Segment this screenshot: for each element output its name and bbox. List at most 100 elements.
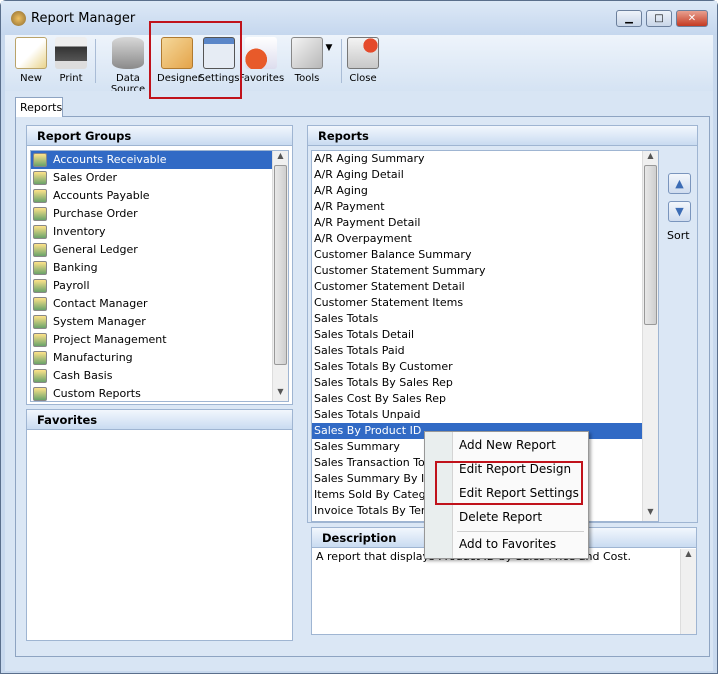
scroll-up-icon[interactable]: ▲ — [643, 151, 658, 165]
report-manager-window: Report Manager ▁ □ ✕ New Print Data Sour… — [0, 0, 718, 674]
scroll-thumb[interactable] — [274, 165, 287, 365]
favorites-panel: Favorites — [26, 409, 293, 641]
title-bar: Report Manager ▁ □ ✕ — [1, 1, 717, 35]
group-icon — [33, 297, 47, 311]
report-group-item[interactable]: Payroll — [31, 277, 288, 295]
reports-header: Reports — [308, 126, 697, 146]
menu-delete-report[interactable]: Delete Report — [459, 510, 542, 524]
group-label: System Manager — [53, 315, 146, 328]
report-groups-list: Accounts Receivable Sales Order Accounts P… — [30, 150, 289, 402]
group-icon — [33, 315, 47, 329]
toolbar: New Print Data Source Designer Settings … — [5, 35, 713, 95]
group-icon — [33, 351, 47, 365]
report-item[interactable]: Sales Totals Paid — [312, 343, 658, 359]
tools-dropdown-icon[interactable]: ▼ — [323, 43, 335, 53]
group-icon — [33, 333, 47, 347]
scroll-down-icon[interactable]: ▼ — [273, 387, 288, 401]
group-label: Accounts Payable — [53, 189, 150, 202]
report-item[interactable]: Customer Balance Summary — [312, 247, 658, 263]
report-group-item[interactable]: Sales Order — [31, 169, 288, 187]
reports-scrollbar[interactable]: ▲ ▼ — [642, 151, 658, 521]
group-icon — [33, 261, 47, 275]
report-item[interactable]: Sales Totals By Sales Rep — [312, 375, 658, 391]
group-icon — [33, 225, 47, 239]
group-icon — [33, 153, 47, 167]
report-item[interactable]: A/R Overpayment — [312, 231, 658, 247]
group-label: Inventory — [53, 225, 106, 238]
group-label: General Ledger — [53, 243, 138, 256]
report-item[interactable]: Sales Totals — [312, 311, 658, 327]
report-item[interactable]: Sales Totals Unpaid — [312, 407, 658, 423]
report-group-item[interactable]: Purchase Order — [31, 205, 288, 223]
report-group-item[interactable]: Banking — [31, 259, 288, 277]
scroll-up-icon[interactable]: ▲ — [681, 549, 696, 563]
close-window-button[interactable]: ✕ — [676, 10, 708, 27]
group-icon — [33, 279, 47, 293]
scroll-down-icon[interactable]: ▼ — [643, 507, 658, 521]
menu-add-new-report[interactable]: Add New Report — [459, 438, 556, 452]
group-icon — [33, 171, 47, 185]
report-group-item[interactable]: Accounts Payable — [31, 187, 288, 205]
report-item[interactable]: Customer Statement Summary — [312, 263, 658, 279]
tab-reports[interactable]: Reports — [15, 97, 63, 117]
group-icon — [33, 243, 47, 257]
close-report-icon — [347, 37, 379, 69]
report-item[interactable]: A/R Aging — [312, 183, 658, 199]
favorites-header: Favorites — [27, 410, 292, 430]
report-group-item[interactable]: General Ledger — [31, 241, 288, 259]
sort-up-button[interactable]: ▲ — [668, 173, 691, 194]
tools-icon — [291, 37, 323, 69]
new-button[interactable]: New — [11, 35, 51, 91]
group-icon — [33, 189, 47, 203]
report-item[interactable]: A/R Payment Detail — [312, 215, 658, 231]
report-item[interactable]: A/R Aging Detail — [312, 167, 658, 183]
scroll-thumb[interactable] — [644, 165, 657, 325]
report-groups-panel: Report Groups Accounts Receivable Sales O… — [26, 125, 293, 405]
favorites-button[interactable]: Favorites — [239, 35, 285, 91]
report-item[interactable]: A/R Payment — [312, 199, 658, 215]
sort-down-button[interactable]: ▼ — [668, 201, 691, 222]
group-label: Custom Reports — [53, 387, 141, 400]
label: Favorites — [239, 73, 285, 84]
groups-scrollbar[interactable]: ▲ ▼ — [272, 151, 288, 401]
description-scrollbar[interactable]: ▲ — [680, 549, 696, 634]
report-group-item[interactable]: Inventory — [31, 223, 288, 241]
report-item[interactable]: Sales Cost By Sales Rep — [312, 391, 658, 407]
tools-button[interactable]: Tools — [287, 35, 327, 91]
separator — [95, 39, 96, 83]
menu-add-to-favorites[interactable]: Add to Favorites — [459, 537, 556, 551]
print-button[interactable]: Print — [51, 35, 91, 91]
scroll-up-icon[interactable]: ▲ — [273, 151, 288, 165]
report-group-item[interactable]: Custom Reports — [31, 385, 288, 401]
minimize-button[interactable]: ▁ — [616, 10, 642, 27]
group-label: Sales Order — [53, 171, 118, 184]
report-groups-header: Report Groups — [27, 126, 292, 146]
window-title: Report Manager — [31, 11, 136, 26]
close-button[interactable]: Close — [343, 35, 383, 91]
database-icon — [112, 37, 144, 69]
highlight-box — [149, 21, 242, 99]
sort-label: Sort — [667, 229, 690, 242]
favorites-icon — [245, 37, 277, 69]
new-report-icon — [15, 37, 47, 69]
maximize-button[interactable]: □ — [646, 10, 672, 27]
report-group-item[interactable]: System Manager — [31, 313, 288, 331]
separator — [341, 39, 342, 83]
report-item[interactable]: Customer Statement Items — [312, 295, 658, 311]
report-group-item[interactable]: Cash Basis — [31, 367, 288, 385]
group-icon — [33, 369, 47, 383]
group-icon — [33, 387, 47, 401]
report-group-item[interactable]: Contact Manager — [31, 295, 288, 313]
report-group-item[interactable]: Manufacturing — [31, 349, 288, 367]
report-item[interactable]: Sales Totals By Customer — [312, 359, 658, 375]
label: Tools — [294, 73, 320, 84]
report-item[interactable]: Customer Statement Detail — [312, 279, 658, 295]
report-group-item[interactable]: Accounts Receivable — [31, 151, 288, 169]
label: Close — [349, 73, 377, 84]
group-label: Manufacturing — [53, 351, 133, 364]
report-group-item[interactable]: Project Management — [31, 331, 288, 349]
report-item[interactable]: A/R Aging Summary — [312, 151, 658, 167]
report-item[interactable]: Sales Totals Detail — [312, 327, 658, 343]
menu-highlight-box — [435, 461, 583, 505]
group-label: Contact Manager — [53, 297, 148, 310]
